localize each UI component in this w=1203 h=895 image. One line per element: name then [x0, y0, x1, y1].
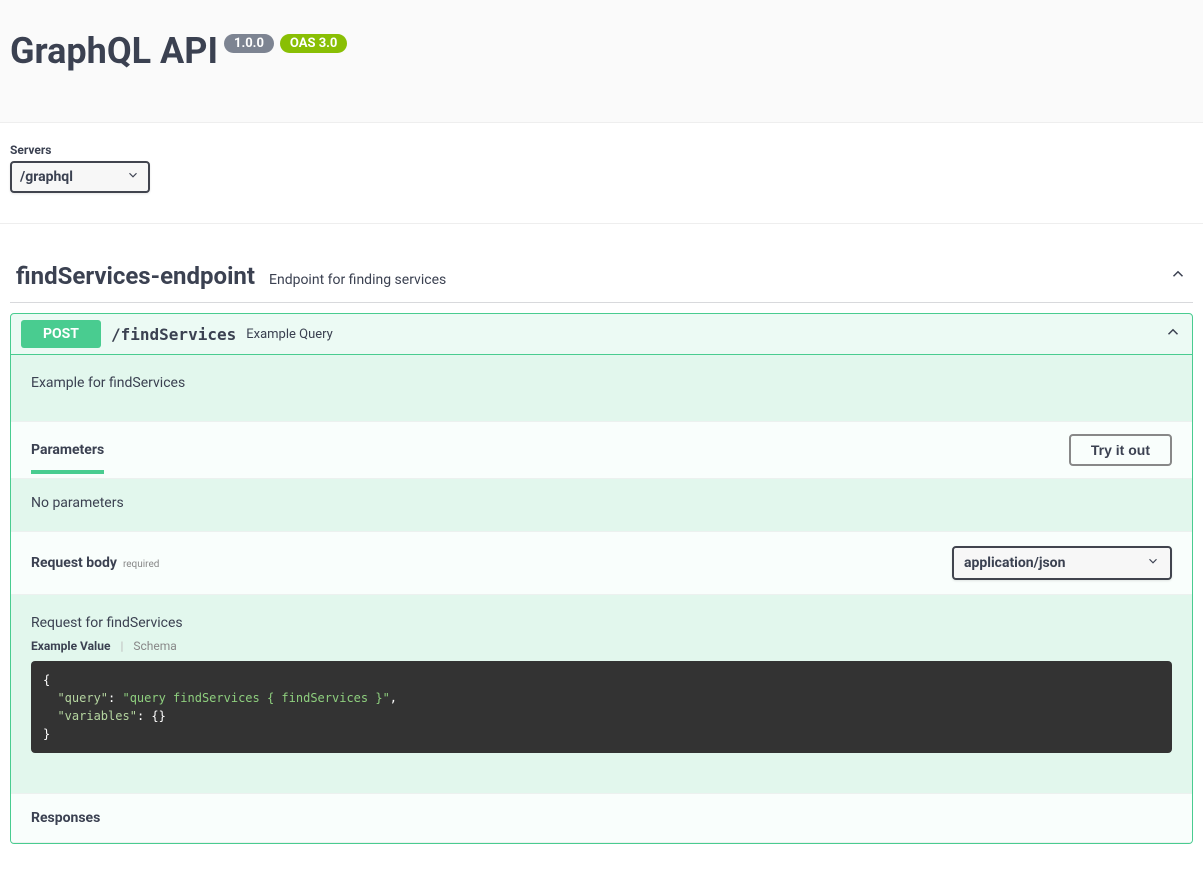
request-body-label: Request body [31, 555, 117, 571]
operation-description: Example for findServices [11, 355, 1192, 421]
content-type-select[interactable]: application/json [952, 546, 1172, 580]
parameters-bar: Parameters Try it out [11, 421, 1192, 479]
chevron-down-icon [126, 168, 140, 186]
main-content: findServices-endpoint Endpoint for findi… [0, 224, 1203, 864]
try-it-out-button[interactable]: Try it out [1069, 434, 1172, 466]
servers-label: Servers [10, 143, 1193, 157]
operation-body: Example for findServices Parameters Try … [11, 355, 1192, 843]
parameters-tab[interactable]: Parameters [31, 442, 104, 474]
schema-tab[interactable]: Schema [133, 639, 176, 653]
chevron-down-icon [1146, 554, 1160, 572]
operation-summary[interactable]: POST /findServices Example Query [11, 314, 1192, 355]
model-tabs: Example Value | Schema [11, 639, 1192, 661]
operation-summary-text: Example Query [246, 327, 333, 342]
tag-header[interactable]: findServices-endpoint Endpoint for findi… [10, 244, 1193, 303]
tag-description: Endpoint for finding services [269, 272, 446, 288]
example-value-tab[interactable]: Example Value [31, 639, 110, 653]
tab-separator: | [120, 639, 123, 653]
header-section: GraphQL API 1.0.0 OAS 3.0 [0, 0, 1203, 123]
request-body-required: required [123, 559, 159, 570]
http-method-badge: POST [21, 320, 101, 348]
example-code-block: { "query": "query findServices { findSer… [31, 661, 1172, 753]
servers-select-value: /graphql [20, 169, 73, 185]
responses-label: Responses [11, 793, 1192, 843]
content-type-value: application/json [964, 555, 1065, 571]
api-title: GraphQL API [10, 30, 218, 72]
operation-path: /findServices [111, 325, 236, 344]
no-parameters-text: No parameters [11, 479, 1192, 531]
servers-section: Servers /graphql [0, 123, 1203, 224]
request-body-bar: Request body required application/json [11, 531, 1192, 595]
oas-badge: OAS 3.0 [280, 34, 348, 53]
request-body-description: Request for findServices [11, 595, 1192, 639]
version-badge: 1.0.0 [224, 34, 274, 53]
chevron-up-icon [1169, 265, 1187, 287]
servers-select[interactable]: /graphql [10, 161, 150, 193]
tag-name: findServices-endpoint [16, 262, 255, 290]
chevron-up-icon [1164, 323, 1182, 345]
operation-block: POST /findServices Example Query Example… [10, 313, 1193, 844]
